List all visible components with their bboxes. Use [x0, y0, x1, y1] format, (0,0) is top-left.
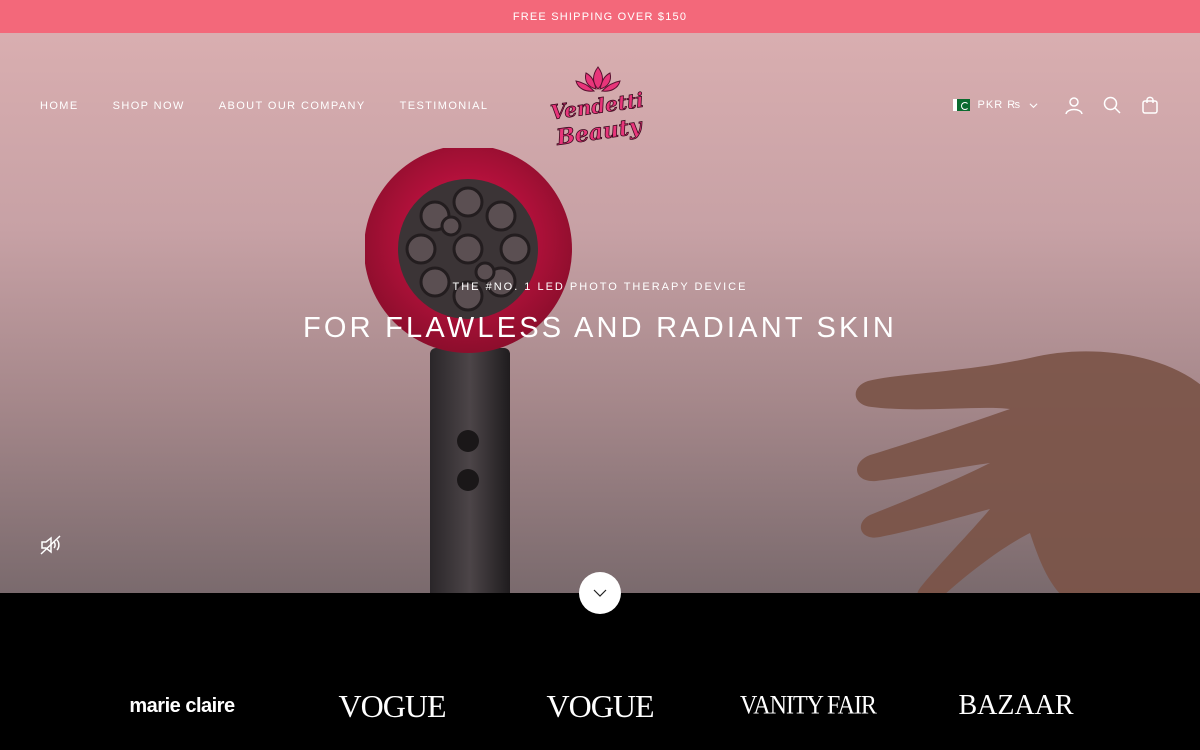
press-logo-vogue: VOGUE [546, 688, 655, 724]
scroll-down-button[interactable] [579, 572, 621, 614]
led-device-image [365, 148, 572, 593]
cart-icon[interactable] [1140, 95, 1160, 115]
hero-heading: FOR FLAWLESS AND RADIANT SKIN [303, 312, 897, 344]
press-logo-vogue: VOGUE [338, 688, 447, 724]
hand-image [855, 351, 1200, 593]
nav-home[interactable]: HOME [40, 100, 79, 112]
nav-about-our-company[interactable]: ABOUT OUR COMPANY [219, 100, 366, 112]
speaker-muted-icon[interactable] [39, 533, 63, 557]
nav-testimonial[interactable]: TESTIMONIAL [400, 100, 489, 112]
press-logo-bazaar: BAZAAR [958, 690, 1074, 721]
chevron-down-icon [593, 589, 607, 597]
press-logo-marie-claire: marie claire [129, 695, 235, 717]
press-logo-vanity-fair: VANITY FAIR [740, 691, 877, 721]
press-logos: marie claire VOGUE VOGUE VANITY FAIR BAZ… [0, 593, 1200, 750]
currency-selector[interactable]: PKR ₨ [952, 99, 1038, 111]
hero-subheading: THE #NO. 1 LED PHOTO THERAPY DEVICE [452, 281, 748, 293]
announcement-bar: FREE SHIPPING OVER $150 [0, 0, 1200, 33]
nav-shop-now[interactable]: SHOP NOW [113, 100, 185, 112]
announcement-text: FREE SHIPPING OVER $150 [512, 10, 688, 23]
hero-section: HOME SHOP NOW ABOUT OUR COMPANY TESTIMON… [0, 33, 1200, 593]
chevron-down-icon [1029, 102, 1038, 108]
main-nav: HOME SHOP NOW ABOUT OUR COMPANY TESTIMON… [40, 100, 488, 112]
currency-label: PKR ₨ [977, 99, 1021, 111]
account-icon[interactable] [1064, 95, 1084, 115]
search-icon[interactable] [1102, 95, 1122, 115]
pakistan-flag-icon [952, 99, 970, 111]
header-tools: PKR ₨ [952, 95, 1160, 115]
vendetti-beauty-logo[interactable]: Vendetti Beauty [550, 61, 646, 157]
